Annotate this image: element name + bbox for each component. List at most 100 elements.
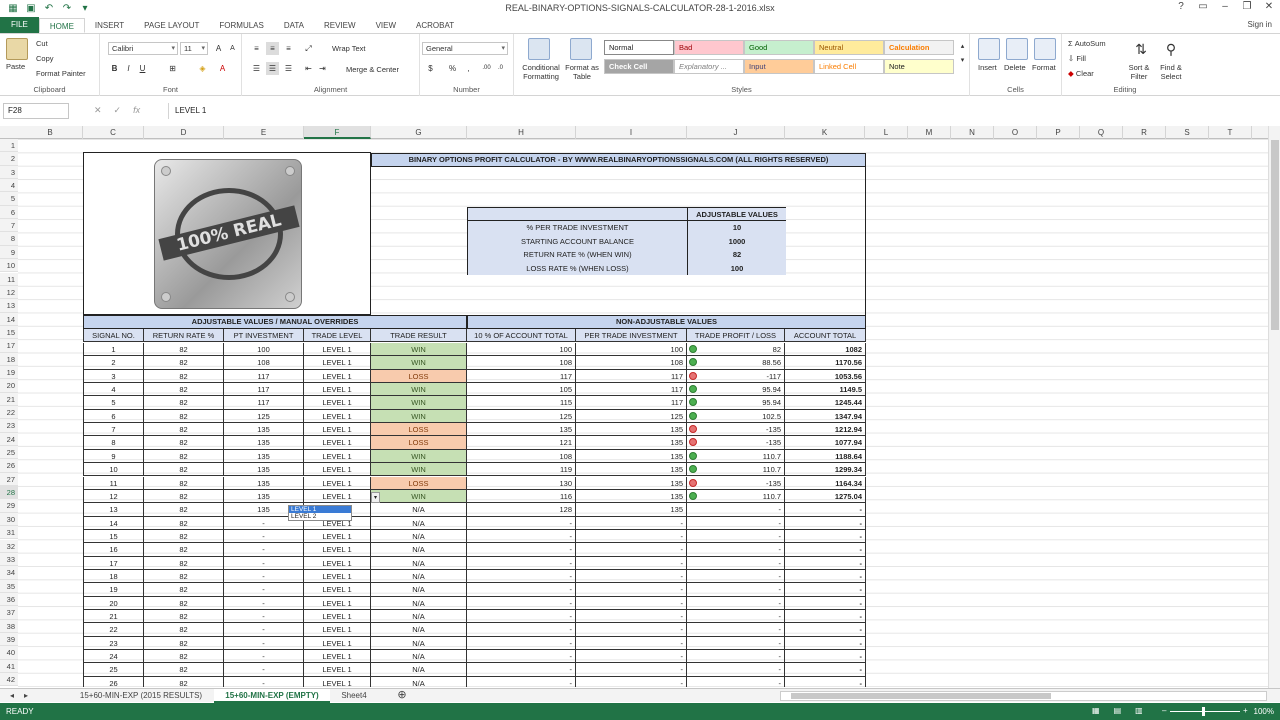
col-header-n[interactable]: N	[951, 126, 994, 139]
number-format-combo[interactable]: General	[422, 42, 508, 55]
table-cell[interactable]: 102.5	[687, 409, 785, 424]
table-cell[interactable]: -	[467, 636, 576, 651]
table-cell[interactable]: 116	[467, 489, 576, 504]
table-cell[interactable]: 16	[83, 543, 144, 557]
table-cell[interactable]: 115	[467, 396, 576, 410]
table-cell[interactable]: 121	[467, 436, 576, 450]
table-cell[interactable]: 1212.94	[785, 423, 866, 437]
table-cell[interactable]: -	[687, 583, 785, 597]
align-right-icon[interactable]: ☰	[282, 62, 295, 75]
table-cell[interactable]: LEVEL 1	[304, 463, 371, 477]
table-cell[interactable]: -	[576, 583, 687, 597]
table-cell[interactable]: -	[576, 610, 687, 624]
font-color-icon[interactable]: A	[216, 62, 229, 75]
table-cell[interactable]: -	[224, 663, 304, 677]
table-cell[interactable]: 135	[224, 449, 304, 464]
name-box[interactable]: F28	[3, 103, 69, 119]
col-header-h[interactable]: H	[467, 126, 576, 139]
align-middle-icon[interactable]: ≡	[266, 42, 279, 55]
table-cell[interactable]: 135	[224, 489, 304, 504]
row-header[interactable]: 26	[0, 459, 18, 473]
row-header[interactable]: 22	[0, 406, 18, 420]
table-cell[interactable]: 4	[83, 383, 144, 397]
table-cell[interactable]: 135	[224, 476, 304, 490]
table-cell[interactable]: LEVEL 1	[304, 583, 371, 597]
autosum-button[interactable]: Σ AutoSum	[1068, 39, 1106, 48]
row-header[interactable]: 29	[0, 499, 18, 513]
table-cell[interactable]: 3	[83, 369, 144, 384]
table-cell[interactable]: 108	[467, 449, 576, 464]
col-header-j[interactable]: J	[687, 126, 785, 139]
row-header[interactable]: 1	[0, 139, 18, 153]
table-cell[interactable]: 100	[224, 343, 304, 357]
table-cell[interactable]: 110.7	[687, 489, 785, 504]
table-cell[interactable]: 117	[224, 369, 304, 384]
table-cell[interactable]: LEVEL 1	[304, 489, 371, 504]
param-value[interactable]: 10	[688, 221, 786, 235]
table-cell[interactable]: 110.7	[687, 463, 785, 477]
table-cell[interactable]: 82	[687, 343, 785, 357]
table-cell[interactable]: 13	[83, 503, 144, 517]
table-cell[interactable]: N/A	[371, 569, 467, 584]
table-cell[interactable]: 1299.34	[785, 463, 866, 477]
table-cell[interactable]: N/A	[371, 556, 467, 570]
table-cell[interactable]: LEVEL 1	[304, 636, 371, 651]
table-cell[interactable]: 95.94	[687, 396, 785, 410]
table-cell[interactable]: -	[224, 556, 304, 570]
insert-cells-icon[interactable]	[978, 38, 1000, 60]
table-cell[interactable]: 82	[144, 556, 224, 570]
table-cell[interactable]: 26	[83, 676, 144, 687]
table-cell[interactable]: 82	[144, 503, 224, 517]
table-cell[interactable]: 135	[224, 423, 304, 437]
col-header-o[interactable]: O	[994, 126, 1037, 139]
table-cell[interactable]: WIN	[371, 463, 467, 477]
table-cell[interactable]: 82	[144, 396, 224, 410]
table-cell[interactable]: -	[785, 676, 866, 687]
table-cell[interactable]: -	[224, 676, 304, 687]
table-cell[interactable]: 1082	[785, 343, 866, 357]
table-cell[interactable]: LEVEL 1	[304, 396, 371, 410]
table-cell[interactable]: 82	[144, 356, 224, 370]
table-cell[interactable]: -	[576, 569, 687, 584]
table-cell[interactable]: -	[687, 596, 785, 610]
table-cell[interactable]: LEVEL 1	[304, 569, 371, 584]
page-break-view-icon[interactable]: ▥	[1135, 706, 1143, 715]
undo-icon[interactable]: ↶	[42, 3, 56, 15]
table-cell[interactable]: WIN	[371, 409, 467, 424]
tab-view[interactable]: VIEW	[366, 18, 406, 33]
table-cell[interactable]: -135	[687, 436, 785, 450]
vertical-scrollbar[interactable]	[1268, 126, 1280, 688]
table-cell[interactable]: WIN	[371, 383, 467, 397]
table-cell[interactable]: -	[785, 610, 866, 624]
clear-button[interactable]: ◆ Clear	[1068, 69, 1094, 78]
row-header[interactable]: 32	[0, 539, 18, 553]
align-top-icon[interactable]: ≡	[250, 42, 263, 55]
table-cell[interactable]: 82	[144, 383, 224, 397]
table-cell[interactable]: -	[785, 556, 866, 570]
table-cell[interactable]: LOSS	[371, 423, 467, 437]
table-cell[interactable]: WIN	[371, 356, 467, 370]
table-cell[interactable]: 108	[576, 356, 687, 370]
table-cell[interactable]: N/A	[371, 543, 467, 557]
font-name-combo[interactable]: Calibri	[108, 42, 178, 55]
table-cell[interactable]: LEVEL 1	[304, 529, 371, 544]
table-cell[interactable]: -	[576, 636, 687, 651]
row-header[interactable]: 31	[0, 526, 18, 540]
table-cell[interactable]: N/A	[371, 503, 467, 517]
table-cell[interactable]: 125	[224, 409, 304, 424]
col-header-p[interactable]: P	[1037, 126, 1080, 139]
table-cell[interactable]: LEVEL 1	[304, 409, 371, 424]
table-cell[interactable]: 135	[576, 436, 687, 450]
table-cell[interactable]: 17	[83, 556, 144, 570]
table-cell[interactable]: 82	[144, 610, 224, 624]
table-cell[interactable]: -	[785, 583, 866, 597]
table-cell[interactable]: N/A	[371, 663, 467, 677]
table-cell[interactable]: 95.94	[687, 383, 785, 397]
sort-filter-icon[interactable]: ⇅	[1130, 38, 1152, 60]
merge-center-button[interactable]: Merge & Center	[346, 65, 399, 74]
table-cell[interactable]: -	[785, 569, 866, 584]
table-cell[interactable]: -	[576, 623, 687, 637]
col-header-i[interactable]: I	[576, 126, 687, 139]
table-cell[interactable]: 1188.64	[785, 449, 866, 464]
table-cell[interactable]: -	[224, 583, 304, 597]
